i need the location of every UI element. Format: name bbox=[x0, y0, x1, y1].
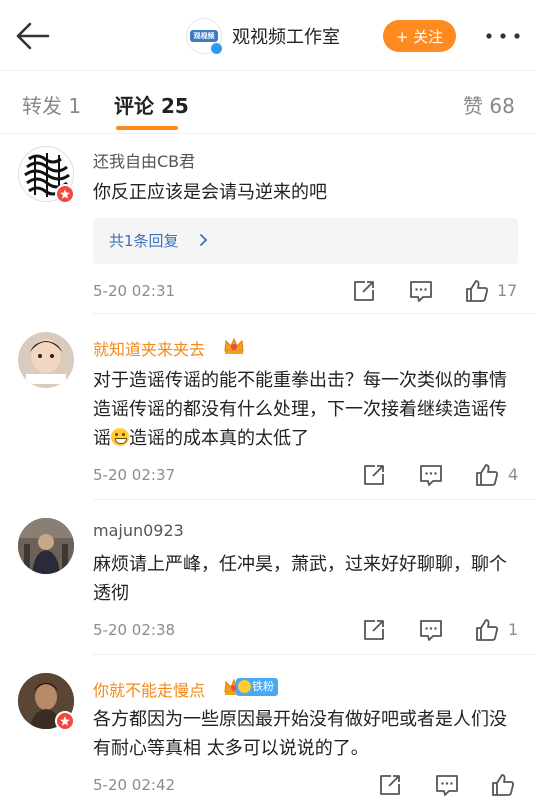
fan-badge: 铁粉 bbox=[236, 678, 278, 696]
thumbs-up-icon bbox=[466, 280, 488, 302]
active-tab-indicator bbox=[116, 126, 178, 130]
comment-time: 5-20 02:31 bbox=[93, 282, 176, 300]
top-bar: 观视频 观视频工作室 + 关注 bbox=[0, 0, 536, 72]
thumbs-up-icon bbox=[476, 464, 498, 486]
comment-username[interactable]: 就知道夹来夹去 bbox=[93, 336, 205, 360]
avatar[interactable] bbox=[18, 518, 74, 574]
avatar[interactable] bbox=[18, 332, 74, 388]
comment-button[interactable] bbox=[417, 461, 445, 489]
thumbs-up-icon bbox=[476, 619, 498, 641]
share-button[interactable] bbox=[376, 771, 404, 799]
comment-time: 5-20 02:42 bbox=[93, 776, 176, 794]
divider bbox=[0, 70, 536, 71]
comment-text-part: 造谣的成本真的太低了 bbox=[129, 428, 309, 449]
share-icon bbox=[380, 775, 400, 795]
like-count: 1 bbox=[508, 620, 519, 639]
comment-username[interactable]: 你就不能走慢点 bbox=[93, 677, 205, 701]
like-count: 17 bbox=[497, 281, 518, 300]
reply-thread-button[interactable]: 共1条回复 bbox=[93, 218, 518, 264]
comment-item: 就知道夹来夹去 对于造谣传谣的能不能重拳出击？每一次类似的事情造谣传谣的都没有什… bbox=[0, 314, 536, 500]
comment-button[interactable] bbox=[433, 771, 461, 799]
fan-badge-label: 铁粉 bbox=[252, 680, 274, 693]
back-arrow-icon bbox=[16, 22, 50, 50]
account-logo: 观视频 bbox=[186, 18, 223, 55]
account-title[interactable]: 观视频 观视频工作室 bbox=[186, 18, 340, 55]
tab-repost[interactable]: 转发 1 bbox=[22, 90, 81, 119]
back-button[interactable] bbox=[12, 18, 52, 54]
grin-emoji-icon bbox=[111, 428, 129, 446]
reply-count-label: 共1条回复 bbox=[109, 232, 179, 250]
thumbs-up-icon bbox=[492, 774, 514, 796]
share-icon bbox=[354, 281, 374, 301]
comment-button[interactable] bbox=[407, 277, 435, 305]
comment-button[interactable] bbox=[417, 616, 445, 644]
tab-bar: 转发 1 评论 25 赞 68 bbox=[0, 72, 536, 134]
tab-comment[interactable]: 评论 25 bbox=[114, 90, 189, 119]
share-button[interactable] bbox=[360, 461, 388, 489]
share-button[interactable] bbox=[350, 277, 378, 305]
avatar-badge-icon bbox=[55, 184, 75, 204]
avatar-badge-icon bbox=[55, 711, 75, 731]
comment-time: 5-20 02:37 bbox=[93, 466, 176, 484]
comment-text: 对于造谣传谣的能不能重拳出击？每一次类似的事情造谣传谣的都没有什么处理，下一次接… bbox=[93, 366, 518, 453]
like-count: 4 bbox=[508, 465, 519, 484]
account-name: 观视频工作室 bbox=[232, 27, 340, 48]
share-icon bbox=[364, 465, 384, 485]
comment-text: 各方都因为一些原因最开始没有做好吧或者是人们没有耐心等真相 太多可以说说的了。 bbox=[93, 709, 507, 759]
share-button[interactable] bbox=[360, 616, 388, 644]
like-button[interactable] bbox=[463, 277, 491, 305]
comment-icon bbox=[436, 775, 458, 796]
comment-item: 你就不能走慢点 铁粉 各方都因为一些原因最开始没有做好吧或者是人们没有耐心等真相… bbox=[0, 655, 536, 800]
verified-badge-icon bbox=[210, 42, 223, 55]
avatar-photo-image bbox=[18, 518, 74, 574]
comment-item: 还我自由CB君 你反正应该是会请马逆来的吧 共1条回复 5-20 02:31 1… bbox=[0, 134, 536, 314]
follow-button[interactable]: + 关注 bbox=[383, 20, 456, 52]
like-button[interactable] bbox=[473, 616, 501, 644]
more-button[interactable] bbox=[480, 22, 526, 50]
like-button[interactable] bbox=[489, 771, 517, 799]
comment-icon bbox=[410, 281, 432, 302]
tab-like[interactable]: 赞 68 bbox=[463, 90, 515, 119]
comment-icon bbox=[420, 465, 442, 486]
comment-time: 5-20 02:38 bbox=[93, 621, 176, 639]
more-dots-icon bbox=[486, 33, 520, 39]
comment-username[interactable]: 还我自由CB君 bbox=[93, 148, 195, 172]
vip-crown-icon bbox=[224, 337, 244, 354]
avatar-photo-image bbox=[18, 332, 74, 388]
fan-badge-icon bbox=[238, 680, 251, 693]
account-logo-text: 观视频 bbox=[190, 30, 218, 42]
comment-text: 麻烦请上严峰，任冲昊，萧武，过来好好聊聊，聊个透彻 bbox=[93, 554, 507, 604]
like-button[interactable] bbox=[473, 461, 501, 489]
comment-text: 你反正应该是会请马逆来的吧 bbox=[93, 182, 327, 203]
share-icon bbox=[364, 620, 384, 640]
comment-username[interactable]: majun0923 bbox=[93, 521, 184, 540]
chevron-right-icon bbox=[200, 234, 208, 246]
comment-icon bbox=[420, 620, 442, 641]
comment-item: majun0923 麻烦请上严峰，任冲昊，萧武，过来好好聊聊，聊个透彻 5-20… bbox=[0, 500, 536, 655]
